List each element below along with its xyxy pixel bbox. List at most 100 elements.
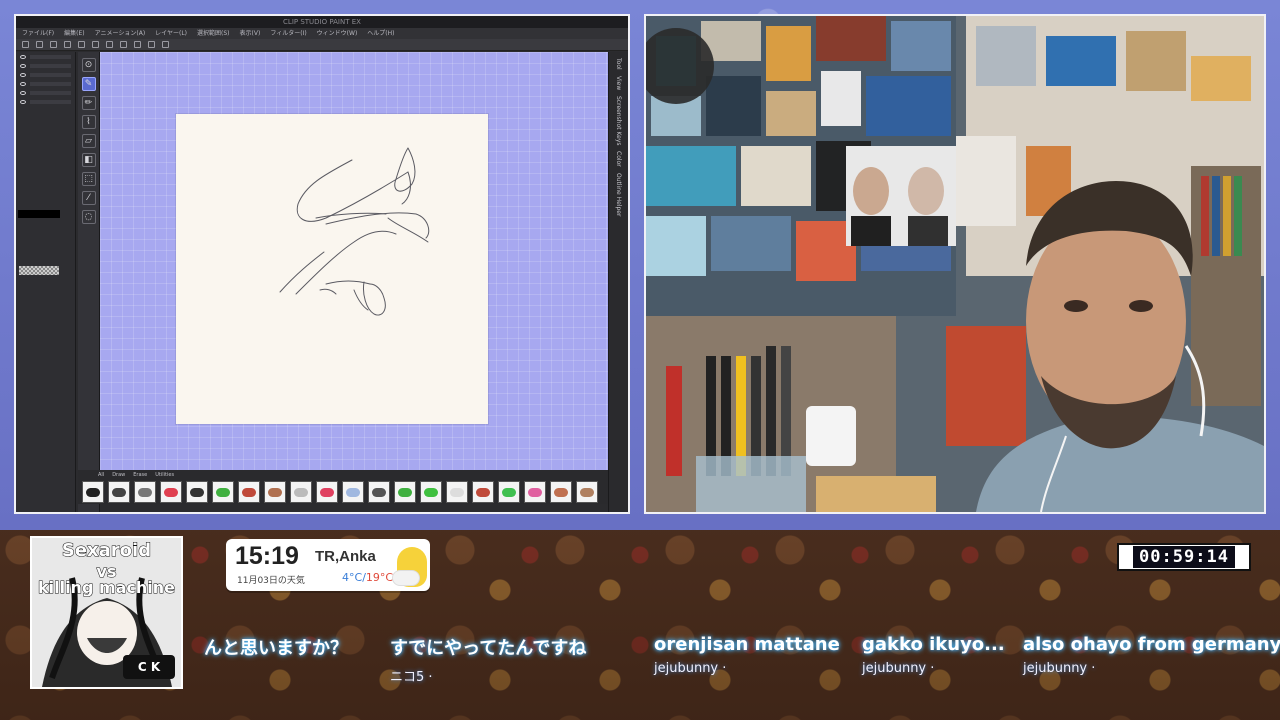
brush-stroke-icon (138, 487, 152, 497)
transparent-color-swatch[interactable] (19, 266, 59, 275)
layer-row[interactable] (20, 98, 71, 106)
brush-preset[interactable] (394, 481, 416, 503)
save-icon[interactable] (50, 41, 57, 48)
tab-color[interactable]: Color (615, 151, 622, 167)
tab-brush-utilities[interactable]: Utilities (155, 470, 174, 480)
menu-animation[interactable]: アニメーション(A) (95, 28, 146, 39)
drawing-canvas[interactable] (176, 114, 488, 424)
visibility-icon[interactable] (20, 55, 26, 59)
cover-title-line3: killing machine (37, 578, 176, 598)
menu-help[interactable]: ヘルプ(H) (367, 28, 394, 39)
menu-window[interactable]: ウィンドウ(W) (317, 28, 358, 39)
layer-row[interactable] (20, 62, 71, 70)
brush-preset[interactable] (550, 481, 572, 503)
brush-preset[interactable] (290, 481, 312, 503)
tab-screenshot-keys[interactable]: Screenshot Keys (615, 96, 622, 146)
chat-message: gakko ikuyo... jejubunny · (862, 634, 1005, 676)
crop-icon[interactable] (134, 41, 141, 48)
eraser-tool-icon[interactable]: ▱ (81, 134, 96, 148)
fill-area-icon[interactable] (148, 41, 155, 48)
chat-message: すでにやってたんですね ニコ5 · (390, 634, 586, 685)
tab-outline-helper[interactable]: Outline Helper (615, 173, 622, 216)
brush-stroke-icon (450, 487, 464, 497)
transform-icon[interactable] (106, 41, 113, 48)
brush-preset[interactable] (212, 481, 234, 503)
select-tool-icon[interactable]: ⬚ (81, 172, 96, 186)
brush-preset[interactable] (316, 481, 338, 503)
brush-stroke-icon (268, 487, 282, 497)
menu-view[interactable]: 表示(V) (240, 28, 261, 39)
brush-stroke-icon (528, 487, 542, 497)
layer-row[interactable] (20, 89, 71, 97)
menu-file[interactable]: ファイル(F) (22, 28, 54, 39)
brush-preset[interactable] (186, 481, 208, 503)
redo-icon[interactable] (78, 41, 85, 48)
brush-stroke-icon (372, 487, 386, 497)
undo-icon[interactable] (64, 41, 71, 48)
brush-stroke-icon (242, 487, 256, 497)
visibility-icon[interactable] (20, 82, 26, 86)
brush-preset[interactable] (524, 481, 546, 503)
pencil-tool-icon[interactable]: ✏ (81, 96, 96, 110)
brush-preset[interactable] (446, 481, 468, 503)
ruler-icon[interactable] (162, 41, 169, 48)
brush-preset[interactable] (238, 481, 260, 503)
overlay-background-bottom (0, 530, 1280, 720)
brush-preset[interactable] (498, 481, 520, 503)
fill-tool-icon[interactable]: ◧ (81, 153, 96, 167)
new-icon[interactable] (22, 41, 29, 48)
lasso-tool-icon[interactable]: ◌ (81, 210, 96, 224)
menu-bar: ファイル(F) 編集(E) アニメーション(A) レイヤー(L) 選択範囲(S)… (16, 28, 628, 39)
zoom-tool-icon[interactable]: ⊙ (81, 58, 96, 72)
brush-preset[interactable] (576, 481, 598, 503)
brush-preset[interactable] (368, 481, 390, 503)
chat-message: also ohayo from germany jejubunny · (1023, 634, 1280, 676)
cover-title-line1: Sexaroid (61, 540, 152, 562)
menu-filter[interactable]: フィルター(I) (270, 28, 306, 39)
brush-preset[interactable] (134, 481, 156, 503)
weather-date: 11月03日の天気 (237, 576, 305, 586)
tab-view[interactable]: View (615, 76, 622, 90)
tab-brush-erase[interactable]: Erase (133, 470, 147, 480)
brush-preset[interactable] (108, 481, 130, 503)
eyedropper-tool-icon[interactable]: ⁄ (81, 191, 96, 205)
brush-preset[interactable] (160, 481, 182, 503)
layer-row[interactable] (20, 53, 71, 61)
brush-tool-icon[interactable]: ⌇ (81, 115, 96, 129)
menu-edit[interactable]: 編集(E) (64, 28, 84, 39)
brush-category-tabs: All Draw Erase Utilities (78, 470, 608, 480)
brush-preset[interactable] (420, 481, 442, 503)
visibility-icon[interactable] (20, 73, 26, 77)
brush-preset[interactable] (82, 481, 104, 503)
brush-stroke-icon (164, 487, 178, 497)
visibility-icon[interactable] (20, 64, 26, 68)
chat-message-user: ニコ5 · (390, 670, 433, 685)
main-color-swatch[interactable] (18, 210, 60, 218)
tab-tool[interactable]: Tool (615, 58, 622, 70)
menu-layer[interactable]: レイヤー(L) (155, 28, 187, 39)
drawing-app-window: CLIP STUDIO PAINT EX ファイル(F) 編集(E) アニメーシ… (14, 14, 630, 514)
layer-row[interactable] (20, 71, 71, 79)
chat-message-user: jejubunny · (1023, 661, 1096, 676)
visibility-icon[interactable] (20, 100, 26, 104)
clear-icon[interactable] (92, 41, 99, 48)
pen-tool-icon[interactable]: ✎ (81, 77, 96, 91)
brush-stroke-icon (112, 487, 126, 497)
brush-preset[interactable] (264, 481, 286, 503)
visibility-icon[interactable] (20, 91, 26, 95)
brush-stroke-icon (294, 487, 308, 497)
brush-preset[interactable] (342, 481, 364, 503)
chat-message-text: orenjisan mattane (654, 634, 840, 655)
tab-brush-all[interactable]: All (98, 470, 104, 480)
tab-brush-draw[interactable]: Draw (112, 470, 125, 480)
deselect-icon[interactable] (120, 41, 127, 48)
brush-stroke-icon (216, 487, 230, 497)
brush-stroke-icon (424, 487, 438, 497)
brush-preset[interactable] (472, 481, 494, 503)
open-icon[interactable] (36, 41, 43, 48)
weather-temperature: 4°C/19°C (342, 571, 393, 584)
layer-row[interactable] (20, 80, 71, 88)
menu-selection[interactable]: 選択範囲(S) (197, 28, 230, 39)
brush-stroke-icon (580, 487, 594, 497)
canvas-viewport[interactable] (100, 52, 608, 472)
